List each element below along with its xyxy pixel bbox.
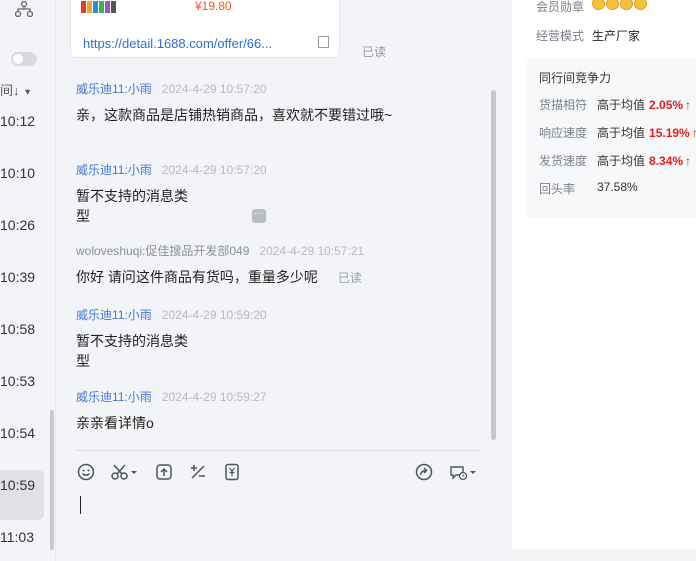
competition-row-value: 高于均值 15.19% ↑: [597, 124, 696, 141]
message-sender[interactable]: 威乐迪11:小雨: [76, 82, 152, 96]
scissors-icon[interactable]: [110, 462, 140, 482]
member-medals: [592, 0, 648, 15]
competition-row-label: 发货速度: [539, 154, 588, 168]
session-time[interactable]: 10:54: [0, 425, 44, 441]
message-time: 2024-4-29 10:59:20: [161, 308, 267, 322]
sort-label: 间↓: [0, 83, 20, 98]
more-icon[interactable]: ···: [252, 209, 266, 223]
chat-panel: ¥19.80 https://detail.1688.com/offer/66.…: [56, 0, 500, 561]
medal-icon: [606, 0, 619, 10]
session-time[interactable]: 10:58: [0, 321, 44, 337]
copy-icon[interactable]: [318, 36, 329, 48]
arrow-up-icon: ↑: [685, 98, 692, 112]
competition-row-value: 高于均值 8.34% ↑: [597, 152, 691, 169]
session-time[interactable]: 10:53: [0, 373, 44, 389]
competition-row-text: 高于均值: [597, 126, 646, 140]
fraction-icon[interactable]: [188, 462, 208, 482]
message-sender[interactable]: woloveshuqi:促佳搜品开发部049: [76, 244, 249, 258]
read-status: 已读: [337, 271, 362, 285]
message-sender[interactable]: 威乐迪11:小雨: [76, 390, 152, 404]
medal-icon: [634, 0, 647, 10]
session-list-column: 间↓ ▾ 10:12 10:10 10:26 10:39 10:58 10:53…: [0, 0, 56, 561]
session-time[interactable]: 10:39: [0, 269, 44, 285]
message-sender[interactable]: 威乐迪11:小雨: [76, 308, 152, 322]
product-card[interactable]: ¥19.80 https://detail.1688.com/offer/66.…: [70, 0, 340, 58]
history-icon[interactable]: [448, 462, 478, 482]
competition-row-text: 高于均值: [597, 98, 646, 112]
filter-toggle[interactable]: [11, 52, 37, 66]
competition-row-percent: 15.19%: [649, 126, 690, 140]
business-mode-label: 经营模式: [536, 29, 585, 43]
chevron-down-icon: ▾: [25, 87, 31, 98]
competition-row-value: 高于均值 2.05% ↑: [597, 96, 691, 113]
message-item: 威乐迪11:小雨 2024-4-29 10:57:20 暂不支持的消息类型: [76, 161, 456, 226]
competition-row-percent: 2.05%: [649, 98, 684, 112]
message-sender[interactable]: 威乐迪11:小雨: [76, 163, 152, 177]
session-time[interactable]: 10:26: [0, 217, 44, 233]
customer-info-panel: 会员勋章 经营模式 生产厂家 同行间竞争力 货描相符 高于均值 2.05% ↑ 响应…: [512, 0, 696, 549]
product-thumbnail: [81, 0, 121, 13]
emoji-icon[interactable]: [76, 462, 96, 482]
session-list-scrollbar[interactable]: [50, 410, 54, 550]
business-mode-value: 生产厂家: [592, 29, 641, 43]
message-time: 2024-4-29 10:57:20: [161, 163, 267, 177]
session-time[interactable]: 10:10: [0, 165, 44, 181]
medal-icon: [592, 0, 605, 10]
competition-row-label: 响应速度: [539, 126, 588, 140]
read-status: 已读: [362, 45, 387, 59]
repeat-rate-label: 回头率: [539, 182, 576, 196]
share-icon[interactable]: [414, 462, 434, 482]
message-text: 暂不支持的消息类型: [76, 188, 188, 224]
input-divider: [76, 450, 480, 451]
message-time: 2024-4-29 10:59:27: [161, 390, 267, 404]
message-text: 亲，这款商品是店铺热销商品，喜欢就不要错过哦~: [76, 107, 393, 123]
product-price: ¥19.80: [195, 0, 232, 13]
member-medal-label: 会员勋章: [536, 0, 585, 14]
arrow-up-icon: ↑: [685, 154, 692, 168]
arrow-up-icon: ↑: [691, 126, 696, 140]
competition-row-label: 货描相符: [539, 98, 588, 112]
competition-row-percent: 8.34%: [649, 154, 684, 168]
session-time[interactable]: 10:12: [0, 113, 44, 129]
chat-scrollbar[interactable]: [491, 90, 496, 440]
competition-row-text: 高于均值: [597, 154, 646, 168]
product-link[interactable]: https://detail.1688.com/offer/66...: [83, 36, 272, 51]
upload-icon[interactable]: [154, 462, 174, 482]
message-content: 你好 请问这件商品有货吗，重量多少呢 已读: [76, 267, 456, 288]
sort-dropdown[interactable]: 间↓ ▾: [0, 80, 30, 99]
message-item: 威乐迪11:小雨 2024-4-29 10:59:20 暂不支持的消息类型: [76, 306, 456, 371]
competition-title: 同行间竞争力: [539, 71, 612, 85]
repeat-rate-value: 37.58%: [597, 180, 638, 194]
message-time: 2024-4-29 10:57:20: [161, 82, 267, 96]
message-item: 威乐迪11:小雨 2024-4-29 10:59:27 亲亲看详情o: [76, 388, 456, 433]
coupon-icon[interactable]: [222, 462, 242, 482]
session-time[interactable]: 10:59: [0, 477, 44, 493]
message-text: 你好 请问这件商品有货吗，重量多少呢: [76, 269, 318, 285]
org-tree-icon[interactable]: [15, 1, 33, 17]
session-time[interactable]: 11:03: [0, 529, 44, 545]
message-item: 威乐迪11:小雨 2024-4-29 10:57:20 亲，这款商品是店铺热销商品…: [76, 80, 456, 125]
message-text: 亲亲看详情o: [76, 415, 154, 431]
message-time: 2024-4-29 10:57:21: [259, 244, 365, 258]
message-text: 暂不支持的消息类型: [76, 333, 188, 369]
medal-icon: [620, 0, 633, 10]
message-item: woloveshuqi:促佳搜品开发部049 2024-4-29 10:57:21…: [76, 242, 456, 288]
message-input[interactable]: [80, 496, 81, 514]
